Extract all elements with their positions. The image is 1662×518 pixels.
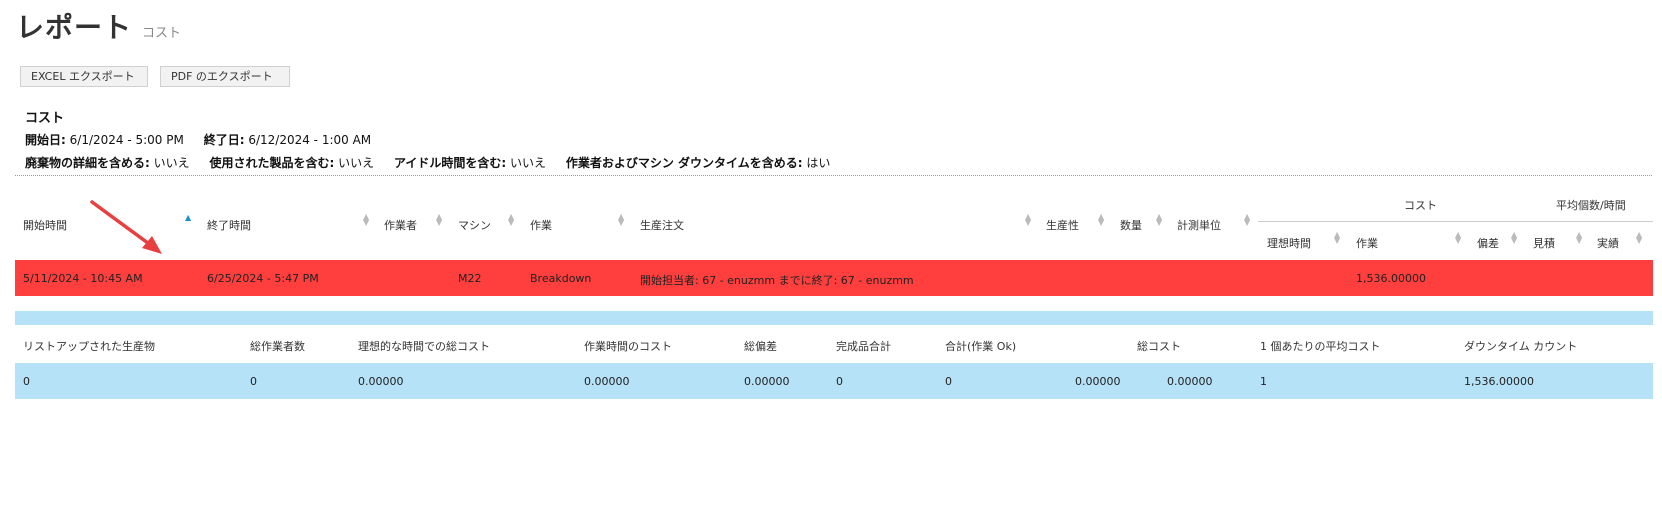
summary-value: 0.00000 xyxy=(1075,375,1121,388)
cell-job: Breakdown xyxy=(530,272,592,285)
sort-icon[interactable]: ▲ ▼ xyxy=(1098,213,1104,227)
summary-separator xyxy=(15,311,1653,325)
summary-header: 完成品合計 xyxy=(836,340,891,353)
sort-icon[interactable]: ▲ ▼ xyxy=(618,213,624,227)
column-header-end-time[interactable]: 終了時間 xyxy=(207,217,251,233)
summary-header: 理想的な時間での総コスト xyxy=(358,340,490,353)
summary-header: 作業時間のコスト xyxy=(584,340,672,353)
summary-row xyxy=(15,363,1653,399)
sort-icon[interactable]: ▲ ▼ xyxy=(1156,213,1162,227)
divider xyxy=(15,175,1652,176)
sort-icon[interactable]: ▲ ▼ xyxy=(1576,231,1582,245)
group-header-underline xyxy=(1258,221,1653,222)
option-label: 使用された製品を含む: xyxy=(209,156,335,170)
summary-value: 0 xyxy=(836,375,843,388)
option-label: アイドル時間を含む: xyxy=(393,156,507,170)
group-header-avg-per-hour: 平均個数/時間 xyxy=(1556,199,1626,212)
end-date-value: 6/12/2024 - 1:00 AM xyxy=(248,133,372,147)
column-header-ideal-time[interactable]: 理想時間 xyxy=(1267,235,1311,251)
summary-value: 0.00000 xyxy=(744,375,790,388)
export-pdf-button[interactable]: PDF のエクスポート xyxy=(160,66,290,87)
column-header-production-order[interactable]: 生産注文 xyxy=(640,217,684,233)
report-options: 廃棄物の詳細を含める: いいえ 使用された製品を含む: いいえ アイドル時間を含… xyxy=(25,154,846,171)
sort-icon[interactable]: ▲ ▼ xyxy=(436,213,442,227)
sort-icon[interactable]: ▲ ▼ xyxy=(1455,231,1461,245)
option-value: いいえ xyxy=(338,156,375,170)
summary-value: 0 xyxy=(945,375,952,388)
summary-header: 総作業者数 xyxy=(250,340,305,353)
start-date: 開始日: 6/1/2024 - 5:00 PM xyxy=(25,133,184,147)
end-date: 終了日: 6/12/2024 - 1:00 AM xyxy=(204,133,371,147)
cell-production-order: 開始担当者: 67 - enuzmm までに終了: 67 - enuzmm xyxy=(640,274,914,287)
annotation-arrow-icon xyxy=(90,200,162,254)
summary-value: 0 xyxy=(250,375,257,388)
sort-icon[interactable]: ▲ ▼ xyxy=(508,213,514,227)
column-header-work[interactable]: 作業 xyxy=(1356,235,1378,251)
column-header-estimate[interactable]: 見積 xyxy=(1533,235,1555,251)
sort-icon[interactable]: ▲ ▼ xyxy=(1025,213,1031,227)
sort-icon[interactable]: ▲ ▼ xyxy=(1244,213,1250,227)
column-header-start-time[interactable]: 開始時間 xyxy=(23,217,67,233)
cell-start-time: 5/11/2024 - 10:45 AM xyxy=(23,272,143,285)
page-title: レポート xyxy=(16,11,133,44)
end-date-label: 終了日: xyxy=(203,133,245,147)
column-header-job[interactable]: 作業 xyxy=(530,217,552,233)
option-idle-time: アイドル時間を含む: いいえ xyxy=(394,156,546,170)
option-value: いいえ xyxy=(153,156,190,170)
start-date-label: 開始日: xyxy=(25,133,66,147)
cell-cost-work: 1,536.00000 xyxy=(1356,272,1426,285)
cell-machine: M22 xyxy=(458,272,482,285)
option-label: 作業者およびマシン ダウンタイムを含める: xyxy=(565,156,803,170)
column-header-productivity[interactable]: 生産性 xyxy=(1046,217,1079,233)
summary-value: 0.00000 xyxy=(358,375,404,388)
report-name: コスト xyxy=(25,111,65,126)
option-waste-details: 廃棄物の詳細を含める: いいえ xyxy=(25,156,190,170)
sort-ascending-icon[interactable]: ▲ xyxy=(185,214,191,222)
summary-header: ダウンタイム カウント xyxy=(1464,340,1578,353)
start-date-value: 6/1/2024 - 5:00 PM xyxy=(69,133,184,147)
option-label: 廃棄物の詳細を含める: xyxy=(25,156,150,170)
column-header-unit[interactable]: 計測単位 xyxy=(1177,217,1221,233)
cell-end-time: 6/25/2024 - 5:47 PM xyxy=(207,272,319,285)
option-value: いいえ xyxy=(510,156,547,170)
group-header-cost: コスト xyxy=(1404,199,1437,212)
export-excel-button[interactable]: EXCEL エクスポート xyxy=(20,66,148,87)
column-header-actual[interactable]: 実績 xyxy=(1597,235,1619,251)
column-header-worker[interactable]: 作業者 xyxy=(384,217,417,233)
summary-value: 1,536.00000 xyxy=(1464,375,1534,388)
sort-icon[interactable]: ▲ ▼ xyxy=(1636,231,1642,245)
summary-header: 総コスト xyxy=(1137,340,1181,353)
option-value: はい xyxy=(806,156,831,170)
summary-header: 総偏差 xyxy=(744,340,777,353)
summary-value: 1 xyxy=(1260,375,1267,388)
option-downtime: 作業者およびマシン ダウンタイムを含める: はい xyxy=(566,156,831,170)
column-header-machine[interactable]: マシン xyxy=(458,217,491,233)
page-header: レポート コスト xyxy=(16,6,181,46)
summary-header: 合計(作業 Ok) xyxy=(945,340,1017,353)
column-header-deviation[interactable]: 偏差 xyxy=(1477,235,1499,251)
summary-value: 0.00000 xyxy=(1167,375,1213,388)
summary-value: 0.00000 xyxy=(584,375,630,388)
sort-icon[interactable]: ▲ ▼ xyxy=(1334,231,1340,245)
option-used-products: 使用された製品を含む: いいえ xyxy=(209,156,374,170)
column-header-quantity[interactable]: 数量 xyxy=(1120,217,1142,233)
report-date-range: 開始日: 6/1/2024 - 5:00 PM 終了日: 6/12/2024 -… xyxy=(25,131,387,148)
summary-header: リストアップされた生産物 xyxy=(23,340,155,353)
page-subtitle: コスト xyxy=(142,26,182,41)
summary-header: 1 個あたりの平均コスト xyxy=(1260,340,1381,353)
sort-icon[interactable]: ▲ ▼ xyxy=(1511,231,1517,245)
summary-value: 0 xyxy=(23,375,30,388)
sort-icon[interactable]: ▲ ▼ xyxy=(363,213,369,227)
